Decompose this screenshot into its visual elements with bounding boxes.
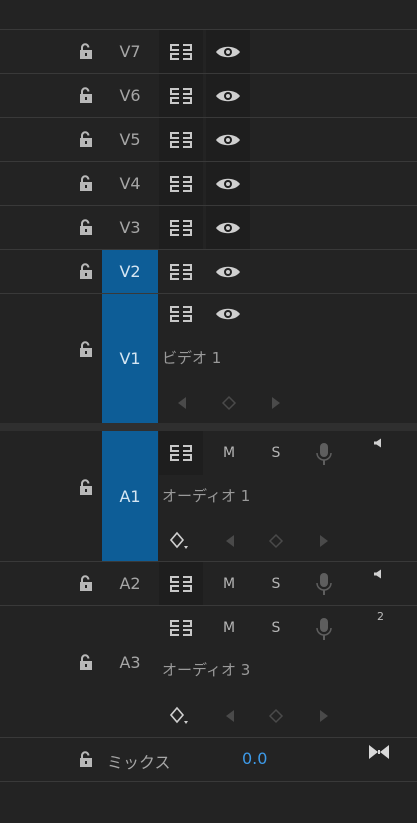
speaker-icon [374,438,381,448]
sync-lock-icon [170,305,192,323]
eye-icon [216,222,240,233]
lock-icon[interactable] [77,86,95,104]
track-clip-name: オーディオ 3 [162,661,251,679]
keyframe-icon[interactable] [268,708,284,724]
track-a1: A1 M S オーディオ 1 [0,431,417,561]
toggle-output-button[interactable] [206,206,250,249]
mute-button[interactable]: M [217,616,241,640]
track-v4: V4 [0,162,417,205]
track-v1: V1 ビデオ 1 [0,294,417,423]
sync-lock-button[interactable] [159,431,203,475]
lock-icon[interactable] [77,750,95,768]
toggle-output-button[interactable] [206,118,250,161]
eye-icon [216,308,240,320]
mic-icon[interactable] [315,617,333,641]
track-name[interactable]: V5 [102,118,158,161]
track-name[interactable]: A2 [102,562,158,605]
lock-icon[interactable] [77,478,95,496]
toggle-output-button[interactable] [206,74,250,117]
lock-icon[interactable] [77,574,95,592]
bowtie-icon[interactable] [368,744,390,760]
eye-icon [216,134,240,145]
toggle-output-button[interactable] [206,162,250,205]
mic-icon[interactable] [315,442,333,466]
sync-lock-button[interactable] [159,562,203,605]
lock-icon[interactable] [77,42,95,60]
track-name[interactable]: V7 [102,30,158,73]
mix-label: ミックス [107,753,171,772]
track-name[interactable]: V3 [102,206,158,249]
sync-lock-icon [170,174,192,193]
sync-lock-button[interactable] [159,74,203,117]
track-name[interactable]: V4 [102,162,158,205]
sync-lock-button[interactable] [159,606,203,650]
lock-icon[interactable] [77,653,95,671]
lock-icon[interactable] [77,262,95,280]
track-target[interactable]: V2 [102,250,158,293]
sync-lock-button[interactable] [159,250,203,293]
mute-button[interactable]: M [217,572,241,596]
eye-icon [216,266,240,277]
sync-lock-icon [170,444,192,462]
track-v2: V2 [0,250,417,293]
solo-button[interactable]: S [264,616,288,640]
track-v7: V7 [0,30,417,73]
eye-icon [216,178,240,189]
track-clip-name: ビデオ 1 [162,349,222,367]
solo-button[interactable]: S [264,441,288,465]
sync-lock-button[interactable] [159,30,203,73]
lock-icon[interactable] [77,130,95,148]
sync-lock-icon [170,574,192,593]
video-audio-divider [0,423,417,431]
toggle-output-button[interactable] [206,250,250,293]
separator [0,781,417,782]
next-keyframe-icon[interactable] [268,395,284,411]
track-a3: A3 M S 2 オーディオ 3 [0,606,417,737]
keyframe-dropdown-icon[interactable] [170,531,190,551]
sync-lock-icon [170,86,192,105]
mute-button[interactable]: M [217,441,241,465]
lock-icon[interactable] [77,340,95,358]
lock-icon[interactable] [77,174,95,192]
previous-keyframe-icon[interactable] [222,708,238,724]
channel-count-badge: 2 [377,610,384,623]
toggle-output-button[interactable] [206,294,250,334]
previous-keyframe-icon[interactable] [174,395,190,411]
sync-lock-button[interactable] [159,294,203,334]
track-v5: V5 [0,118,417,161]
sync-lock-button[interactable] [159,162,203,205]
keyframe-icon[interactable] [268,533,284,549]
track-name[interactable]: V6 [102,74,158,117]
previous-keyframe-icon[interactable] [222,533,238,549]
keyframe-dropdown-icon[interactable] [170,706,190,726]
track-mix: ミックス 0.0 [0,738,417,781]
solo-button[interactable]: S [264,572,288,596]
track-name[interactable]: A3 [102,606,158,718]
track-clip-name: オーディオ 1 [162,487,251,505]
sync-lock-icon [170,42,192,61]
eye-icon [216,90,240,101]
toggle-output-button[interactable] [206,30,250,73]
eye-icon [216,46,240,57]
sync-lock-button[interactable] [159,118,203,161]
sync-lock-button[interactable] [159,206,203,249]
mix-volume-value[interactable]: 0.0 [242,749,267,768]
speaker-icon [374,569,381,579]
next-keyframe-icon[interactable] [316,708,332,724]
track-target[interactable]: V1 [102,294,158,423]
sync-lock-icon [170,218,192,237]
mic-icon[interactable] [315,572,333,596]
sync-lock-icon [170,619,192,637]
sync-lock-icon [170,262,192,281]
lock-icon[interactable] [77,218,95,236]
track-v6: V6 [0,74,417,117]
sync-lock-icon [170,130,192,149]
next-keyframe-icon[interactable] [316,533,332,549]
track-v3: V3 [0,206,417,249]
track-target[interactable]: A1 [102,431,158,561]
keyframe-icon[interactable] [221,395,237,411]
track-a2: A2 M S [0,562,417,605]
